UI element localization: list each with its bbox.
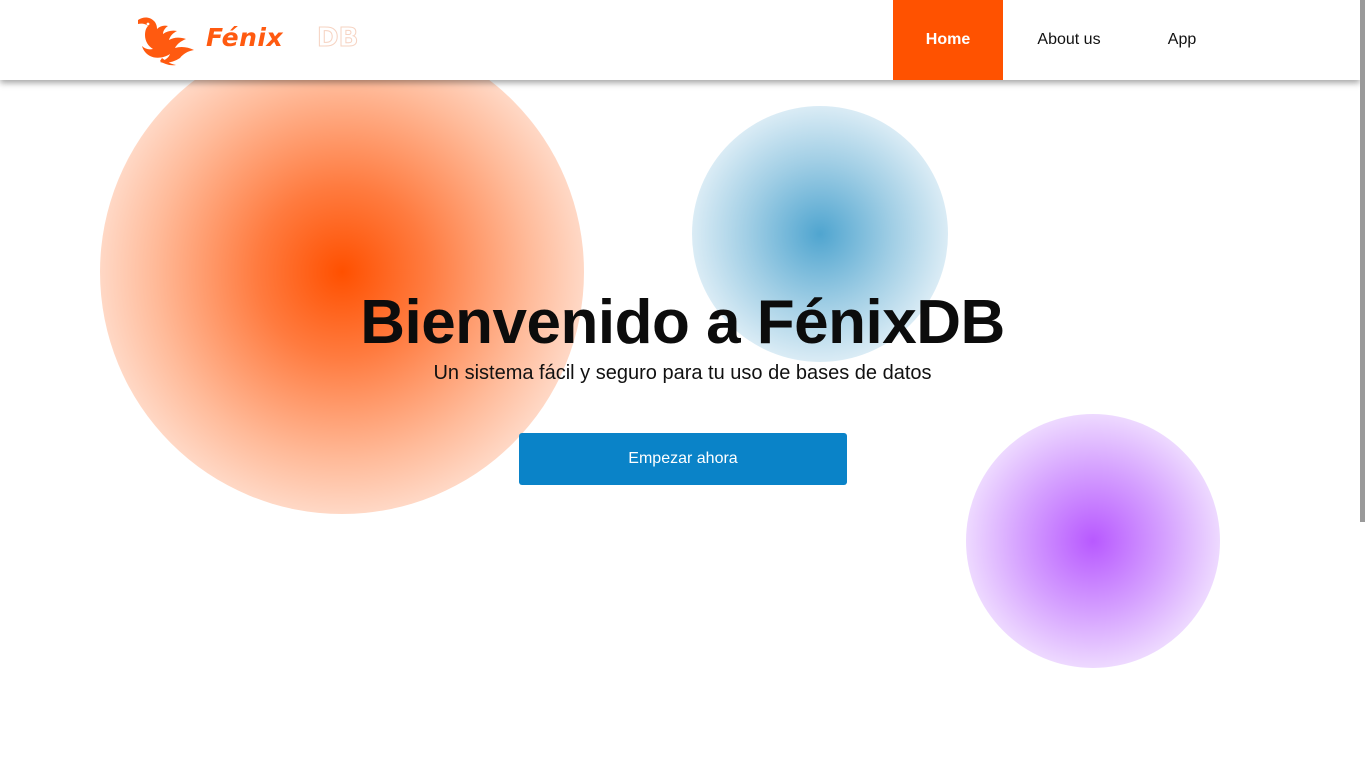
- hero-subtitle: Un sistema fácil y seguro para tu uso de…: [433, 362, 932, 384]
- brand-suffix: DB: [316, 23, 359, 54]
- navbar: Fénix DB Home About us App: [0, 0, 1360, 80]
- nav-item-about-us[interactable]: About us: [1003, 0, 1135, 80]
- hero-title: Bienvenido a FénixDB: [360, 288, 1005, 357]
- nav-item-home[interactable]: Home: [893, 0, 1003, 80]
- main-nav: Home About us App: [893, 0, 1229, 80]
- orange-gradient-blob: [100, 30, 584, 514]
- phoenix-icon: [138, 17, 194, 66]
- purple-gradient-blob: [966, 414, 1220, 668]
- landing-page: Fénix DB Home About us App Bienvenido a …: [0, 0, 1365, 767]
- brand-logo[interactable]: Fénix DB: [136, 14, 360, 66]
- page-scrollbar[interactable]: [1360, 0, 1365, 522]
- start-now-button[interactable]: Empezar ahora: [519, 433, 847, 485]
- nav-item-app[interactable]: App: [1135, 0, 1229, 80]
- brand-name: Fénix: [206, 23, 284, 52]
